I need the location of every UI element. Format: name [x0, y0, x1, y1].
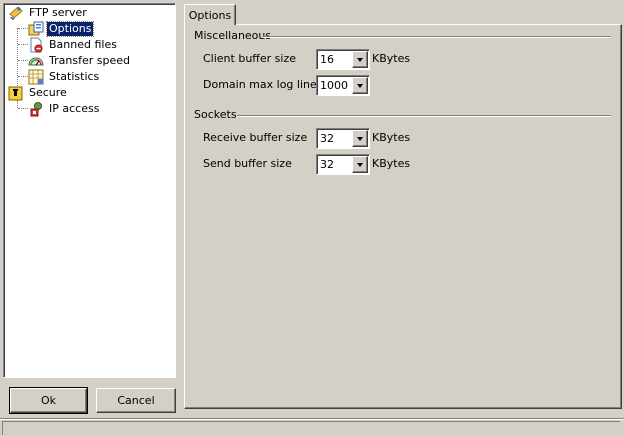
receive-buffer-label: Receive buffer size — [203, 131, 308, 144]
group-title-sockets: Sockets — [194, 108, 237, 121]
ftp-server-icon — [8, 5, 24, 21]
lock-icon — [8, 85, 24, 101]
chevron-down-icon[interactable] — [352, 77, 368, 94]
send-buffer-label: Send buffer size — [203, 157, 292, 170]
chevron-down-icon[interactable] — [352, 156, 368, 173]
statistics-icon — [28, 69, 44, 85]
tree-item-label: FTP server — [29, 6, 87, 19]
options-tab-page: Miscellaneous Client buffer size 16 KByt… — [184, 24, 622, 409]
ip-access-icon — [28, 101, 44, 117]
tree-item-label: IP access — [49, 102, 100, 115]
group-divider — [237, 115, 611, 117]
transfer-speed-icon — [28, 53, 44, 69]
tree-connector — [18, 60, 28, 61]
tree-item-banned-files[interactable]: Banned files — [28, 37, 119, 53]
tree-connector — [18, 76, 28, 77]
tree-item-label: Secure — [29, 86, 67, 99]
banned-files-icon — [28, 37, 44, 53]
settings-tree[interactable]: FTP server Options Banned files Transfer… — [3, 3, 176, 378]
tree-item-ip-access[interactable]: IP access — [28, 101, 101, 117]
client-buffer-value: 16 — [320, 53, 334, 66]
tab-options[interactable]: Options — [184, 4, 236, 25]
tree-item-transfer-speed[interactable]: Transfer speed — [28, 53, 132, 69]
domain-log-label: Domain max log lines — [203, 78, 323, 91]
tab-label: Options — [188, 8, 232, 22]
receive-buffer-value: 32 — [320, 132, 334, 145]
domain-log-select[interactable]: 1000 — [316, 75, 370, 96]
tree-item-label: Statistics — [49, 70, 100, 83]
send-buffer-unit: KBytes — [372, 157, 411, 170]
status-pane — [2, 421, 620, 435]
options-icon — [28, 21, 44, 37]
chevron-down-icon[interactable] — [352, 130, 368, 147]
tree-item-label: Banned files — [49, 38, 117, 51]
tree-connector — [18, 44, 28, 45]
client-buffer-label: Client buffer size — [203, 52, 296, 65]
group-title-miscellaneous: Miscellaneous — [194, 29, 272, 42]
tree-item-statistics[interactable]: Statistics — [28, 69, 101, 85]
send-buffer-select[interactable]: 32 — [316, 154, 370, 175]
tree-item-label: Options — [45, 21, 95, 37]
tree-connector — [17, 100, 18, 108]
domain-log-value: 1000 — [320, 79, 348, 92]
send-buffer-value: 32 — [320, 158, 334, 171]
receive-buffer-unit: KBytes — [372, 131, 411, 144]
cancel-button[interactable]: Cancel — [96, 388, 176, 413]
tree-item-secure[interactable]: Secure — [8, 85, 69, 101]
tree-connector — [18, 28, 28, 29]
ok-button[interactable]: Ok — [9, 387, 88, 414]
group-divider — [263, 36, 611, 38]
tree-item-options[interactable]: Options — [28, 21, 95, 37]
chevron-down-icon[interactable] — [352, 51, 368, 68]
client-buffer-unit: KBytes — [372, 52, 411, 65]
tree-item-ftp-server[interactable]: FTP server — [8, 5, 89, 21]
client-buffer-select[interactable]: 16 — [316, 49, 370, 70]
status-bar — [0, 418, 624, 436]
tree-item-label: Transfer speed — [49, 54, 130, 67]
tree-connector — [18, 108, 28, 109]
receive-buffer-select[interactable]: 32 — [316, 128, 370, 149]
